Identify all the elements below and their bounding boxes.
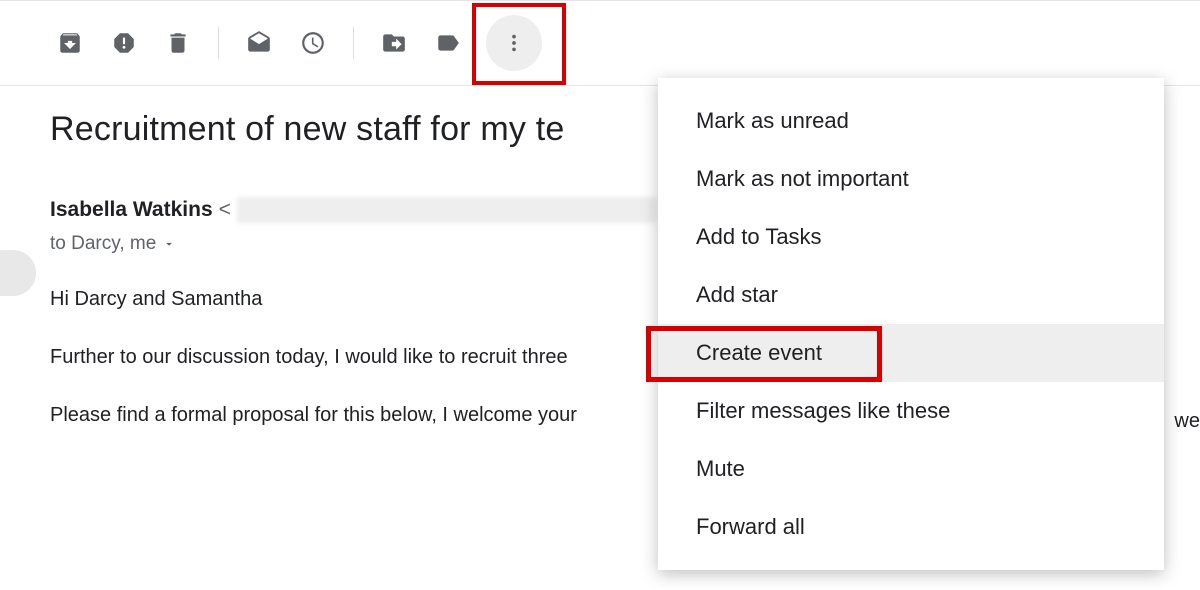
archive-icon[interactable] xyxy=(50,23,90,63)
truncated-text-fragment: we xyxy=(1174,410,1200,433)
chevron-down-icon xyxy=(162,237,176,251)
menu-item-label: Create event xyxy=(696,340,822,365)
mark-unread-icon[interactable] xyxy=(239,23,279,63)
menu-item-add-star[interactable]: Add star xyxy=(658,266,1164,324)
move-to-icon[interactable] xyxy=(374,23,414,63)
delete-icon[interactable] xyxy=(158,23,198,63)
menu-item-forward-all[interactable]: Forward all xyxy=(658,498,1164,556)
more-options-button[interactable] xyxy=(486,15,542,71)
spam-icon[interactable] xyxy=(104,23,144,63)
toolbar-separator xyxy=(353,27,354,59)
menu-item-add-to-tasks[interactable]: Add to Tasks xyxy=(658,208,1164,266)
more-options-menu: Mark as unread Mark as not important Add… xyxy=(658,78,1164,570)
menu-item-mark-not-important[interactable]: Mark as not important xyxy=(658,150,1164,208)
snooze-icon[interactable] xyxy=(293,23,333,63)
sender-name[interactable]: Isabella Watkins xyxy=(50,198,213,222)
menu-item-mark-unread[interactable]: Mark as unread xyxy=(658,92,1164,150)
email-toolbar xyxy=(0,0,1200,86)
label-icon[interactable] xyxy=(428,23,468,63)
menu-item-filter-messages[interactable]: Filter messages like these xyxy=(658,382,1164,440)
angle-bracket: < xyxy=(219,198,231,222)
menu-item-mute[interactable]: Mute xyxy=(658,440,1164,498)
toolbar-separator xyxy=(218,27,219,59)
sender-email-redacted xyxy=(237,197,657,223)
recipients-text: to Darcy, me xyxy=(50,233,156,255)
more-button-wrapper xyxy=(486,15,542,71)
menu-item-create-event[interactable]: Create event xyxy=(658,324,1164,382)
